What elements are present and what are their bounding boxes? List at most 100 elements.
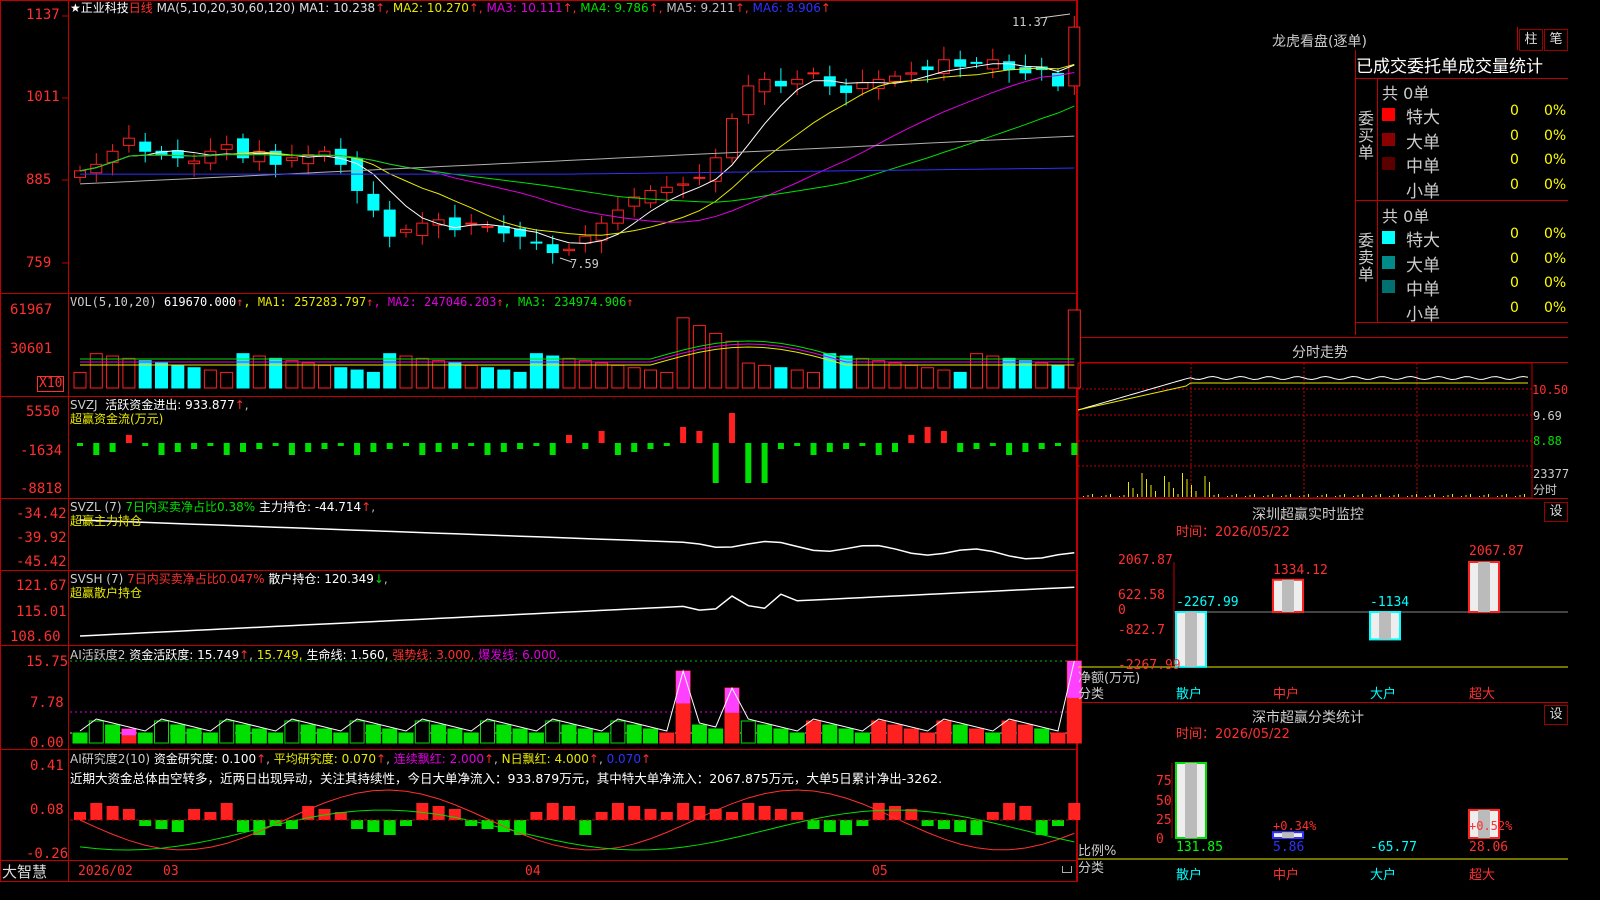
volume-bar (1002, 357, 1016, 389)
active-bar (431, 724, 447, 744)
active-bar (708, 728, 724, 744)
intraday-title: 分时走势 (1292, 345, 1348, 361)
volume-bar (1051, 364, 1065, 389)
tab-volume-stats[interactable]: 成交量统计 (1458, 57, 1543, 77)
active-bar (1050, 732, 1066, 744)
flow-bar (843, 443, 850, 449)
legend-swatch-icon (1382, 181, 1395, 195)
tab-orders[interactable]: 委托单 (1407, 57, 1458, 77)
period-label[interactable]: 日线 (129, 1, 153, 15)
active-bar (496, 724, 512, 744)
ma-values: MA1: 10.238↑, MA2: 10.270↑, MA3: 10.111↑… (299, 1, 831, 15)
volume-bar (497, 369, 511, 389)
research-bar (237, 820, 249, 832)
flow-bar (321, 443, 328, 449)
research-bar (660, 812, 673, 820)
svzl-header: SVZL (7) 7日内买卖净占比0.38% 主力持仓: -44.714↑, (70, 500, 376, 514)
volume-bar (334, 367, 348, 389)
brand-label: 大智慧 (2, 863, 48, 881)
volume-bar (415, 357, 429, 389)
stock-header: ★正业科技日线 MA(5,10,20,30,60,120) MA1: 10.23… (70, 1, 831, 15)
research-bar (595, 812, 608, 820)
bar-value-label: 5.86 (1273, 840, 1305, 855)
bar-mode-button[interactable]: 柱 (1519, 29, 1543, 51)
candle-body (122, 137, 135, 146)
flow-bar (207, 443, 214, 446)
volume-bar (986, 355, 1000, 389)
category-label: 超大 (1469, 868, 1496, 883)
flow-bar (875, 443, 882, 455)
intraday-axis-1: 9.69 (1533, 409, 1562, 423)
classify-title: 深市超赢分类统计 (1252, 710, 1364, 726)
flow-bar (973, 443, 980, 449)
volume-bar (73, 371, 87, 389)
active-bar (186, 728, 202, 744)
active-bar (1034, 728, 1050, 744)
active-bar (219, 720, 235, 744)
volume-bar (122, 357, 136, 389)
category-label: 散户 (1176, 687, 1203, 702)
flow-bar (1038, 443, 1045, 449)
research-bar (220, 803, 233, 820)
research-bar (90, 803, 103, 820)
up-arrow-icon: ↑ (626, 295, 634, 309)
stock-name[interactable]: 正业科技 (81, 1, 129, 15)
active-bar (268, 732, 284, 744)
legend-swatch-icon (1382, 132, 1395, 146)
svzl-subtitle: 超赢主力持仓 (70, 514, 143, 528)
monitor-xlabel: 分类 (1078, 687, 1105, 702)
active-bar (463, 732, 479, 744)
active-bar (137, 732, 153, 744)
candle-body (1068, 26, 1081, 87)
svsh-axis-mid: 115.01 (16, 604, 67, 620)
bar-value-label: 131.85 (1176, 840, 1223, 855)
active-bar (659, 732, 675, 744)
volume-bar (937, 369, 951, 389)
active-bar (105, 724, 121, 744)
research-bar (970, 820, 983, 835)
monitor-settings-button[interactable]: 设 (1544, 502, 1568, 522)
classify-axis-label: 75 (1156, 774, 1172, 789)
candle-body (546, 244, 559, 254)
candle-body (1003, 61, 1016, 71)
candle-body (954, 59, 967, 67)
up-arrow-icon: ↑, (468, 1, 483, 15)
research-bar (937, 820, 950, 829)
lock-icon[interactable] (1062, 866, 1072, 873)
up-arrow-icon: ↑, (734, 1, 749, 15)
volume-bar (187, 367, 201, 389)
research-bar (1035, 820, 1048, 835)
classify-settings-button[interactable]: 设 (1544, 705, 1568, 725)
volume-bar (350, 369, 364, 389)
bar-value-label: 28.06 (1469, 840, 1509, 855)
flow-bar (614, 443, 621, 455)
up-arrow-icon: ↑ (496, 295, 504, 309)
research-bar (204, 812, 217, 820)
candle-body (677, 183, 690, 186)
kline-chart-area[interactable] (0, 0, 1568, 882)
flow-bar (892, 443, 898, 452)
flow-bar (957, 443, 964, 452)
candle-body (481, 225, 494, 228)
volume-bar (203, 369, 217, 389)
volume-bar (660, 371, 674, 389)
pen-mode-button[interactable]: 笔 (1544, 29, 1568, 51)
volume-bar (644, 369, 657, 389)
active-bar (398, 732, 414, 744)
research-bar (74, 812, 86, 820)
active-bar (626, 724, 642, 744)
candle-body (416, 222, 429, 237)
active-bar (561, 724, 577, 744)
volume-bar (546, 355, 560, 389)
legend-swatch-icon (1382, 280, 1395, 293)
category-label: 散户 (1176, 868, 1203, 883)
row-percent: 0% (1544, 103, 1567, 119)
active-bar (72, 732, 88, 744)
candle-body (285, 157, 298, 161)
flow-bar (631, 443, 638, 452)
legend-swatch-icon (1382, 255, 1395, 269)
flow-bar (305, 443, 312, 452)
vol-ma-line (80, 340, 1075, 360)
flow-bar (158, 443, 165, 455)
tab-filled[interactable]: 已成交 (1356, 57, 1407, 77)
